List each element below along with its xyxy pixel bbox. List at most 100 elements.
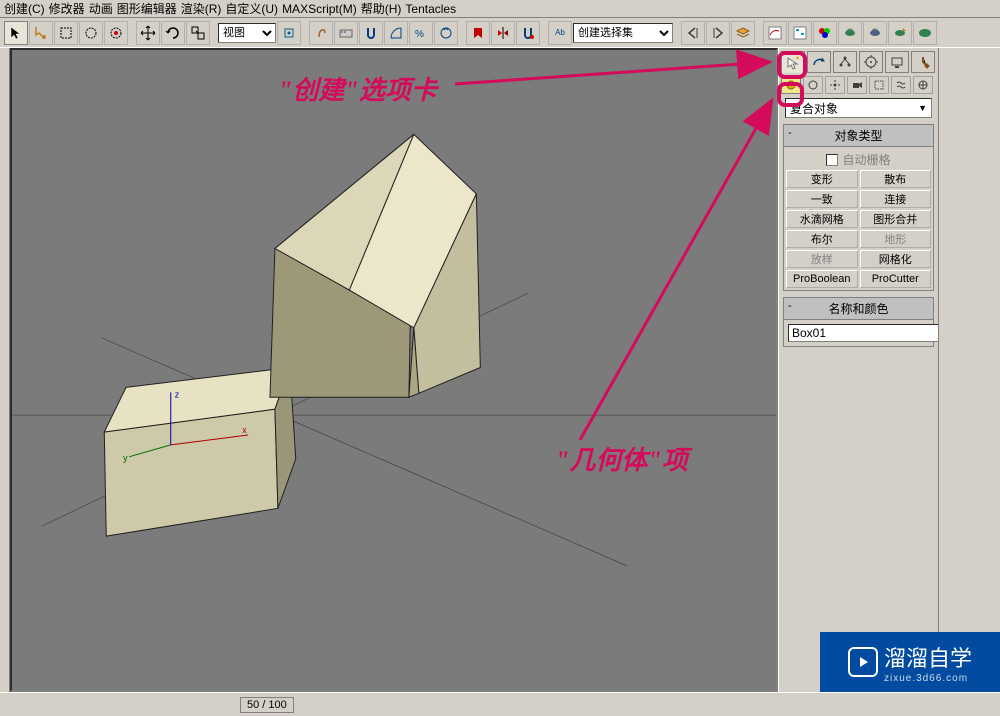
object-name-input[interactable] <box>788 324 951 342</box>
menu-custom[interactable]: 自定义(U) <box>225 0 278 17</box>
category-label: 复合对象 <box>790 100 838 117</box>
command-panel: 复合对象 ▼ - 对象类型 自动栅格 变形 散布 一致 连接 水滴网格 图形 <box>778 48 938 692</box>
menu-create[interactable]: 创建(C) <box>4 0 45 17</box>
menu-anim[interactable]: 动画 <box>89 0 113 17</box>
menu-graph[interactable]: 图形编辑器 <box>117 0 177 17</box>
ref-coord-dropdown[interactable]: 视图 <box>218 23 276 43</box>
mirror-button[interactable] <box>491 21 515 45</box>
name-color-rollout: - 名称和颜色 <box>783 297 934 347</box>
utilities-tab[interactable] <box>911 51 935 73</box>
scale-button[interactable] <box>186 21 210 45</box>
proboolean-button[interactable]: ProBoolean <box>786 270 858 288</box>
viewport[interactable]: x y z <box>10 48 778 692</box>
menu-render[interactable]: 渲染(R) <box>181 0 222 17</box>
circle-select-button[interactable] <box>79 21 103 45</box>
frame-indicator[interactable]: 50 / 100 <box>240 697 294 713</box>
status-bar: 50 / 100 <box>0 692 1000 716</box>
layers-button[interactable] <box>731 21 755 45</box>
percent-snap-button[interactable]: % <box>409 21 433 45</box>
menubar: 创建(C) 修改器 动画 图形编辑器 渲染(R) 自定义(U) MAXScrip… <box>0 0 1000 18</box>
main-area: x y z <box>0 48 1000 692</box>
spinner-snap-button[interactable] <box>434 21 458 45</box>
render-setup-button[interactable] <box>838 21 862 45</box>
hierarchy-tab[interactable] <box>833 51 857 73</box>
schematic-button[interactable] <box>788 21 812 45</box>
object-type-rollout: - 对象类型 自动栅格 变形 散布 一致 连接 水滴网格 图形合并 布尔 地形 <box>783 124 934 291</box>
conform-button[interactable]: 一致 <box>786 190 858 208</box>
select-object-button[interactable] <box>4 21 28 45</box>
manipulate-button[interactable] <box>309 21 333 45</box>
menu-tentacles[interactable]: Tentacles <box>405 2 456 16</box>
layer-button[interactable]: Ab <box>548 21 572 45</box>
motion-tab[interactable] <box>859 51 883 73</box>
svg-text:z: z <box>175 389 180 399</box>
material-editor-button[interactable] <box>813 21 837 45</box>
quick-render-button[interactable] <box>888 21 912 45</box>
cameras-subtab[interactable] <box>847 76 867 94</box>
morph-button[interactable]: 变形 <box>786 170 858 188</box>
rollout-title-2: 名称和颜色 <box>828 302 888 316</box>
snap-button[interactable] <box>359 21 383 45</box>
create-subtabs <box>779 73 938 96</box>
watermark-url: zixue.3d66.com <box>884 673 972 684</box>
move-button[interactable] <box>136 21 160 45</box>
connect-button[interactable]: 连接 <box>860 190 932 208</box>
watermark: 溜溜自学 zixue.3d66.com <box>820 632 1000 692</box>
procutter-button[interactable]: ProCutter <box>860 270 932 288</box>
collapse-icon: - <box>788 300 792 312</box>
watermark-brand: 溜溜自学 <box>884 641 972 673</box>
loft-button[interactable]: 放样 <box>786 250 858 268</box>
display-tab[interactable] <box>885 51 909 73</box>
command-panel-tabs <box>779 48 938 73</box>
viewport-canvas: x y z <box>12 50 776 685</box>
menu-help[interactable]: 帮助(H) <box>361 0 402 17</box>
object-button-grid: 变形 散布 一致 连接 水滴网格 图形合并 布尔 地形 放样 网格化 ProBo… <box>786 170 931 288</box>
lights-subtab[interactable] <box>825 76 845 94</box>
curve-editor-button[interactable] <box>763 21 787 45</box>
rotate-button[interactable] <box>161 21 185 45</box>
terrain-button[interactable]: 地形 <box>860 230 932 248</box>
select-link-button[interactable] <box>29 21 53 45</box>
rollout-header-2[interactable]: - 名称和颜色 <box>784 298 933 320</box>
render-frame-button[interactable] <box>863 21 887 45</box>
play-icon <box>848 647 878 677</box>
render-button[interactable] <box>913 21 937 45</box>
rect-select-button[interactable] <box>54 21 78 45</box>
shapemerge-button[interactable]: 图形合并 <box>860 210 932 228</box>
nav-from-button[interactable] <box>681 21 705 45</box>
shapes-subtab[interactable] <box>803 76 823 94</box>
scatter-button[interactable]: 散布 <box>860 170 932 188</box>
blobmesh-button[interactable]: 水滴网格 <box>786 210 858 228</box>
svg-text:y: y <box>123 453 128 463</box>
fence-select-button[interactable] <box>104 21 128 45</box>
autogrid-checkbox[interactable] <box>826 154 838 166</box>
mesher-button[interactable]: 网格化 <box>860 250 932 268</box>
create-tab[interactable] <box>781 51 805 73</box>
modify-tab[interactable] <box>807 51 831 73</box>
svg-text:x: x <box>242 425 247 435</box>
autogrid-label: 自动栅格 <box>842 151 890 168</box>
collapse-icon: - <box>788 127 792 139</box>
main-toolbar: 视图 % Ab 创建选择集 <box>0 18 1000 48</box>
nav-to-button[interactable] <box>706 21 730 45</box>
dropdown-arrow-icon: ▼ <box>918 103 927 113</box>
spacewarps-subtab[interactable] <box>891 76 911 94</box>
left-toolbar-gutter <box>0 48 10 692</box>
pivot-button[interactable] <box>277 21 301 45</box>
svg-text:%: % <box>415 29 424 40</box>
named-sel-button[interactable] <box>466 21 490 45</box>
menu-modifier[interactable]: 修改器 <box>49 0 85 17</box>
autogrid-row: 自动栅格 <box>786 149 931 170</box>
geometry-subtab[interactable] <box>781 76 801 94</box>
align-button[interactable] <box>516 21 540 45</box>
rollout-header[interactable]: - 对象类型 <box>784 125 933 147</box>
category-dropdown[interactable]: 复合对象 ▼ <box>785 98 932 118</box>
helpers-subtab[interactable] <box>869 76 889 94</box>
menu-maxscript[interactable]: MAXScript(M) <box>282 2 357 16</box>
angle-snap-button[interactable] <box>384 21 408 45</box>
keyboard-button[interactable] <box>334 21 358 45</box>
rollout-title: 对象类型 <box>834 129 882 143</box>
selection-set-dropdown[interactable]: 创建选择集 <box>573 23 673 43</box>
systems-subtab[interactable] <box>913 76 933 94</box>
boolean-button[interactable]: 布尔 <box>786 230 858 248</box>
